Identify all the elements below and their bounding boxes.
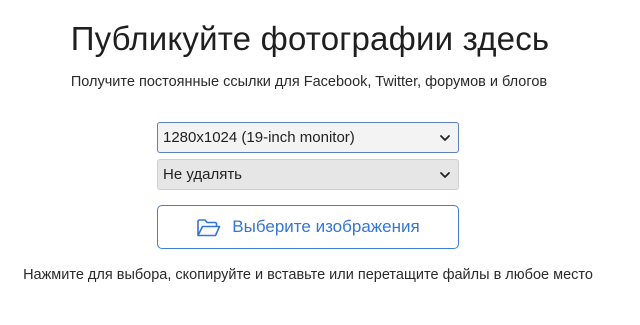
- choose-images-label: Выберите изображения: [232, 217, 420, 236]
- folder-open-icon: [197, 218, 221, 236]
- chevron-down-icon: [440, 135, 450, 141]
- upload-page: Публикуйте фотографии здесь Получите пос…: [0, 0, 640, 325]
- page-title: Публикуйте фотографии здесь: [70, 20, 550, 57]
- chevron-down-icon: [440, 172, 450, 178]
- expiration-select-value: Не удалять: [163, 166, 242, 183]
- upload-hint: Нажмите для выбора, скопируйте и вставьт…: [23, 267, 593, 283]
- page-subtitle: Получите постоянные ссылки для Facebook,…: [70, 74, 548, 90]
- choose-images-button[interactable]: Выберите изображения: [157, 205, 459, 249]
- expiration-select[interactable]: Не удалять: [157, 159, 459, 190]
- resize-select-value: 1280x1024 (19-inch monitor): [163, 129, 355, 146]
- resize-select[interactable]: 1280x1024 (19-inch monitor): [157, 122, 459, 153]
